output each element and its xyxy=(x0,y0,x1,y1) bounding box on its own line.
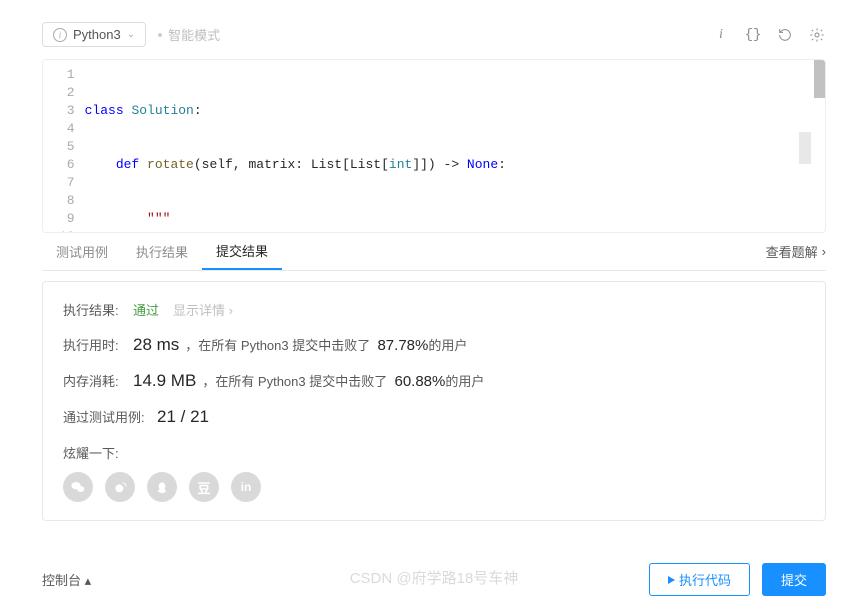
show-detail-link[interactable]: 显示详情 › xyxy=(173,300,233,319)
code-editor[interactable]: 12345678910 class Solution: def rotate(s… xyxy=(42,59,826,233)
submit-button[interactable]: 提交 xyxy=(762,563,826,596)
toolbar-right: i {} xyxy=(712,26,826,44)
footer-bar: 控制台 ▴ 执行代码 提交 xyxy=(42,563,826,596)
tab-testcase[interactable]: 测试用例 xyxy=(42,234,122,269)
submit-result-panel: 执行结果: 通过 显示详情 › 执行用时: 28 ms ，在所有 Python3… xyxy=(42,281,826,521)
language-label: Python3 xyxy=(73,27,121,42)
result-tabs: 测试用例 执行结果 提交结果 查看题解› xyxy=(42,233,826,271)
weibo-icon[interactable] xyxy=(105,472,135,502)
settings-icon[interactable] xyxy=(808,26,826,44)
runtime-label: 执行用时: xyxy=(63,335,133,354)
linkedin-icon[interactable]: in xyxy=(231,472,261,502)
chevron-down-icon: ⌄ xyxy=(127,29,135,40)
play-icon xyxy=(668,576,675,584)
share-label: 炫耀一下: xyxy=(63,443,805,462)
line-gutter: 12345678910 xyxy=(43,60,85,233)
console-toggle[interactable]: 控制台 ▴ xyxy=(42,570,91,589)
info-icon: i xyxy=(53,28,67,42)
tab-submit-result[interactable]: 提交结果 xyxy=(202,233,282,270)
tab-run-result[interactable]: 执行结果 xyxy=(122,234,202,269)
code-content[interactable]: class Solution: def rotate(self, matrix:… xyxy=(85,60,825,233)
memory-text: ，在所有 Python3 提交中击败了 xyxy=(202,371,387,390)
runtime-pct: 87.78% xyxy=(377,337,428,354)
minimap-mark xyxy=(799,132,811,164)
tests-value: 21 / 21 xyxy=(157,407,209,427)
wechat-icon[interactable] xyxy=(63,472,93,502)
smart-mode-label: 智能模式 xyxy=(158,25,220,44)
share-icons: 豆 in xyxy=(63,472,805,502)
douban-icon[interactable]: 豆 xyxy=(189,472,219,502)
memory-suffix: 的用户 xyxy=(445,371,484,390)
scrollbar-thumb[interactable] xyxy=(814,60,825,98)
editor-toolbar: i Python3 ⌄ 智能模式 i {} xyxy=(0,14,868,55)
chevron-right-icon: › xyxy=(822,244,826,259)
tests-label: 通过测试用例: xyxy=(63,407,157,426)
memory-value: 14.9 MB xyxy=(133,371,196,391)
reset-icon[interactable] xyxy=(776,26,794,44)
qq-icon[interactable] xyxy=(147,472,177,502)
status-value: 通过 xyxy=(133,300,159,319)
memory-label: 内存消耗: xyxy=(63,371,133,390)
runtime-text: ，在所有 Python3 提交中击败了 xyxy=(185,335,370,354)
run-code-button[interactable]: 执行代码 xyxy=(649,563,750,596)
language-select[interactable]: i Python3 ⌄ xyxy=(42,22,146,47)
view-solution-link[interactable]: 查看题解› xyxy=(766,242,826,261)
info-icon[interactable]: i xyxy=(712,26,730,44)
status-label: 执行结果: xyxy=(63,300,133,319)
braces-icon[interactable]: {} xyxy=(744,26,762,44)
memory-pct: 60.88% xyxy=(394,373,445,390)
runtime-value: 28 ms xyxy=(133,335,179,355)
runtime-suffix: 的用户 xyxy=(428,335,467,354)
